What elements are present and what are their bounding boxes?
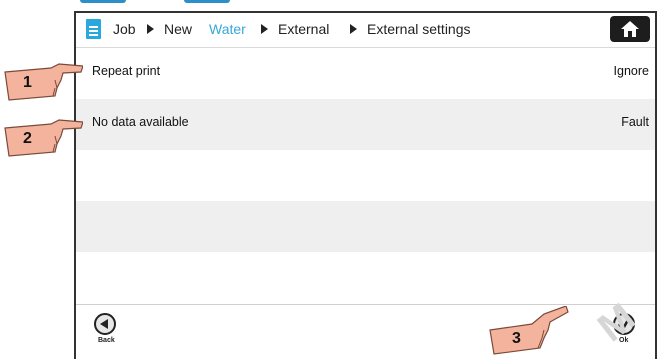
breadcrumb: Job New Water External External settings <box>76 13 655 48</box>
setting-value[interactable]: Ignore <box>614 64 649 78</box>
setting-row-no-data-available[interactable]: No data available Fault <box>76 99 655 150</box>
top-tab-left <box>80 0 126 3</box>
breadcrumb-separator-icon <box>147 24 154 34</box>
home-button[interactable] <box>610 16 650 42</box>
setting-row-repeat-print[interactable]: Repeat print Ignore <box>76 48 655 99</box>
callout-hand-1: 1 <box>3 60 84 109</box>
document-icon <box>86 19 101 39</box>
setting-row-empty <box>76 150 655 201</box>
pointing-hand-icon <box>4 119 84 157</box>
callout-number: 2 <box>23 130 32 147</box>
breadcrumb-separator-icon <box>261 24 268 34</box>
setting-value[interactable]: Fault <box>621 115 649 129</box>
back-button[interactable] <box>94 313 116 335</box>
setting-label: No data available <box>92 115 189 129</box>
back-arrow-icon <box>100 319 108 329</box>
breadcrumb-item-external-settings: External settings <box>367 21 471 37</box>
home-icon <box>621 21 639 37</box>
back-button-label: Back <box>98 337 115 344</box>
setting-row-empty <box>76 201 655 252</box>
setting-label: Repeat print <box>92 64 161 78</box>
callout-number: 3 <box>512 330 521 347</box>
top-tab-right <box>184 0 230 3</box>
callout-hand-2: 2 <box>3 116 84 165</box>
callout-hand-3: 3 <box>488 305 570 361</box>
pointing-hand-icon <box>489 305 569 355</box>
breadcrumb-item-external[interactable]: External <box>278 21 329 37</box>
breadcrumb-separator-icon <box>350 24 357 34</box>
breadcrumb-item-new[interactable]: New <box>164 21 192 37</box>
setting-row-empty <box>76 252 655 303</box>
callout-number: 1 <box>23 74 32 91</box>
pointing-hand-icon <box>4 63 84 101</box>
footer-divider <box>76 304 655 305</box>
breadcrumb-item-water[interactable]: Water <box>209 21 246 37</box>
breadcrumb-item-job[interactable]: Job <box>113 21 136 37</box>
